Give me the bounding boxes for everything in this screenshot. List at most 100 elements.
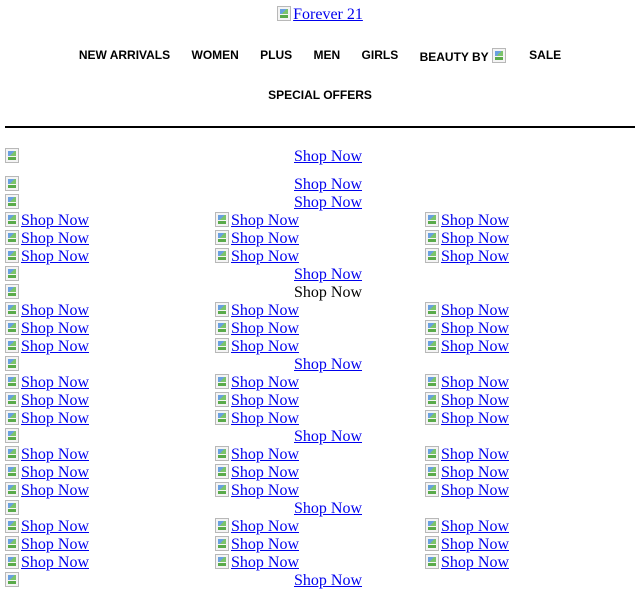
shop-now-label: Shop Now: [441, 410, 510, 427]
product-grid-row: Shop Now Shop Now Shop Now: [0, 482, 640, 500]
product-shop-now-link[interactable]: Shop Now: [425, 554, 509, 572]
product-shop-now-link[interactable]: Shop Now: [215, 554, 299, 572]
broken-image-icon: [5, 482, 19, 497]
shop-now-link[interactable]: Shop Now: [294, 176, 362, 194]
shop-now-label: Shop Now: [441, 446, 510, 463]
shop-now-label: Shop Now: [441, 212, 510, 229]
product-shop-now-link[interactable]: Shop Now: [5, 230, 89, 248]
product-shop-now-link[interactable]: Shop Now: [425, 446, 509, 464]
product-shop-now-link[interactable]: Shop Now: [215, 482, 299, 500]
product-shop-now-link[interactable]: Shop Now: [5, 392, 89, 410]
shop-now-label: Shop Now: [231, 248, 300, 265]
banner-image-link[interactable]: [5, 428, 21, 446]
product-shop-now-link[interactable]: Shop Now: [5, 320, 89, 338]
broken-image-icon: [215, 518, 229, 533]
broken-image-icon: [5, 374, 19, 389]
product-shop-now-link[interactable]: Shop Now: [425, 410, 509, 428]
product-shop-now-link[interactable]: Shop Now: [425, 536, 509, 554]
product-shop-now-link[interactable]: Shop Now: [215, 320, 299, 338]
broken-image-icon: [215, 464, 229, 479]
product-shop-now-link[interactable]: Shop Now: [215, 464, 299, 482]
banner-row: Shop Now: [0, 356, 640, 374]
nav-women[interactable]: WOMEN: [192, 48, 239, 62]
product-shop-now-link[interactable]: Shop Now: [425, 518, 509, 536]
product-shop-now-link[interactable]: Shop Now: [215, 248, 299, 266]
broken-image-icon: [425, 374, 439, 389]
product-shop-now-link[interactable]: Shop Now: [425, 338, 509, 356]
shop-now-link[interactable]: Shop Now: [294, 428, 362, 446]
nav-girls[interactable]: GIRLS: [362, 48, 399, 62]
banner-image-link[interactable]: [5, 284, 21, 302]
broken-image-icon: [425, 302, 439, 317]
product-shop-now-link[interactable]: Shop Now: [5, 302, 89, 320]
banner-image-link[interactable]: [5, 356, 21, 374]
shop-now-link[interactable]: Shop Now: [294, 356, 362, 374]
banner-image-link[interactable]: [5, 194, 21, 212]
product-shop-now-link[interactable]: Shop Now: [215, 374, 299, 392]
broken-image-icon: [425, 554, 439, 569]
product-shop-now-link[interactable]: Shop Now: [215, 410, 299, 428]
nav-plus[interactable]: PLUS: [260, 48, 292, 62]
banner-image-link[interactable]: [5, 500, 21, 518]
nav-special-offers[interactable]: SPECIAL OFFERS: [268, 88, 372, 102]
broken-image-icon: [5, 500, 19, 515]
product-shop-now-link[interactable]: Shop Now: [215, 302, 299, 320]
product-shop-now-link[interactable]: Shop Now: [5, 212, 89, 230]
product-shop-now-link[interactable]: Shop Now: [425, 374, 509, 392]
product-shop-now-link[interactable]: Shop Now: [425, 302, 509, 320]
shop-now-label: Shop Now: [231, 464, 300, 481]
nav-beauty-by[interactable]: BEAUTY BY: [420, 48, 508, 64]
product-shop-now-link[interactable]: Shop Now: [5, 518, 89, 536]
product-shop-now-link[interactable]: Shop Now: [5, 464, 89, 482]
product-shop-now-link[interactable]: Shop Now: [425, 248, 509, 266]
product-shop-now-link[interactable]: Shop Now: [425, 392, 509, 410]
product-shop-now-link[interactable]: Shop Now: [215, 338, 299, 356]
nav-new-arrivals[interactable]: NEW ARRIVALS: [79, 48, 170, 62]
product-shop-now-link[interactable]: Shop Now: [5, 248, 89, 266]
shop-now-label: Shop Now: [441, 392, 510, 409]
product-shop-now-link[interactable]: Shop Now: [425, 464, 509, 482]
product-grid-row: Shop Now Shop Now Shop Now: [0, 212, 640, 230]
broken-image-icon: [425, 536, 439, 551]
shop-now-label: Shop Now: [231, 536, 300, 553]
broken-image-icon: [5, 248, 19, 263]
product-shop-now-link[interactable]: Shop Now: [215, 518, 299, 536]
product-shop-now-link[interactable]: Shop Now: [425, 482, 509, 500]
shop-now-label: Shop Now: [441, 302, 510, 319]
shop-now-link[interactable]: Shop Now: [294, 148, 362, 166]
shop-now-link[interactable]: Shop Now: [294, 500, 362, 518]
shop-now-label: Shop Now: [21, 320, 90, 337]
shop-now-link[interactable]: Shop Now: [294, 194, 362, 212]
broken-image-icon: [5, 428, 19, 443]
product-grid-row: Shop Now Shop Now Shop Now: [0, 248, 640, 266]
product-shop-now-link[interactable]: Shop Now: [5, 338, 89, 356]
product-shop-now-link[interactable]: Shop Now: [215, 536, 299, 554]
product-grid-row: Shop Now Shop Now Shop Now: [0, 410, 640, 428]
shop-now-label: Shop Now: [231, 338, 300, 355]
banner-image-link[interactable]: [5, 176, 21, 194]
product-shop-now-link[interactable]: Shop Now: [215, 446, 299, 464]
product-shop-now-link[interactable]: Shop Now: [215, 392, 299, 410]
product-shop-now-link[interactable]: Shop Now: [425, 230, 509, 248]
product-shop-now-link[interactable]: Shop Now: [5, 374, 89, 392]
product-shop-now-link[interactable]: Shop Now: [5, 536, 89, 554]
nav-sale[interactable]: SALE: [529, 48, 561, 62]
product-shop-now-link[interactable]: Shop Now: [5, 410, 89, 428]
shop-now-label: Shop Now: [231, 302, 300, 319]
logo-link[interactable]: Forever 21: [0, 6, 640, 24]
banner-image-link[interactable]: [5, 572, 21, 590]
product-shop-now-link[interactable]: Shop Now: [215, 230, 299, 248]
shop-now-label: Shop Now: [21, 392, 90, 409]
shop-now-link[interactable]: Shop Now: [294, 266, 362, 284]
nav-men[interactable]: MEN: [314, 48, 341, 62]
product-shop-now-link[interactable]: Shop Now: [425, 320, 509, 338]
product-shop-now-link[interactable]: Shop Now: [215, 212, 299, 230]
shop-now-label: Shop Now: [231, 518, 300, 535]
product-shop-now-link[interactable]: Shop Now: [5, 482, 89, 500]
banner-image-link[interactable]: [5, 266, 21, 284]
banner-image-link[interactable]: [5, 148, 21, 166]
shop-now-link[interactable]: Shop Now: [294, 572, 362, 590]
product-shop-now-link[interactable]: Shop Now: [5, 446, 89, 464]
product-shop-now-link[interactable]: Shop Now: [425, 212, 509, 230]
product-shop-now-link[interactable]: Shop Now: [5, 554, 89, 572]
